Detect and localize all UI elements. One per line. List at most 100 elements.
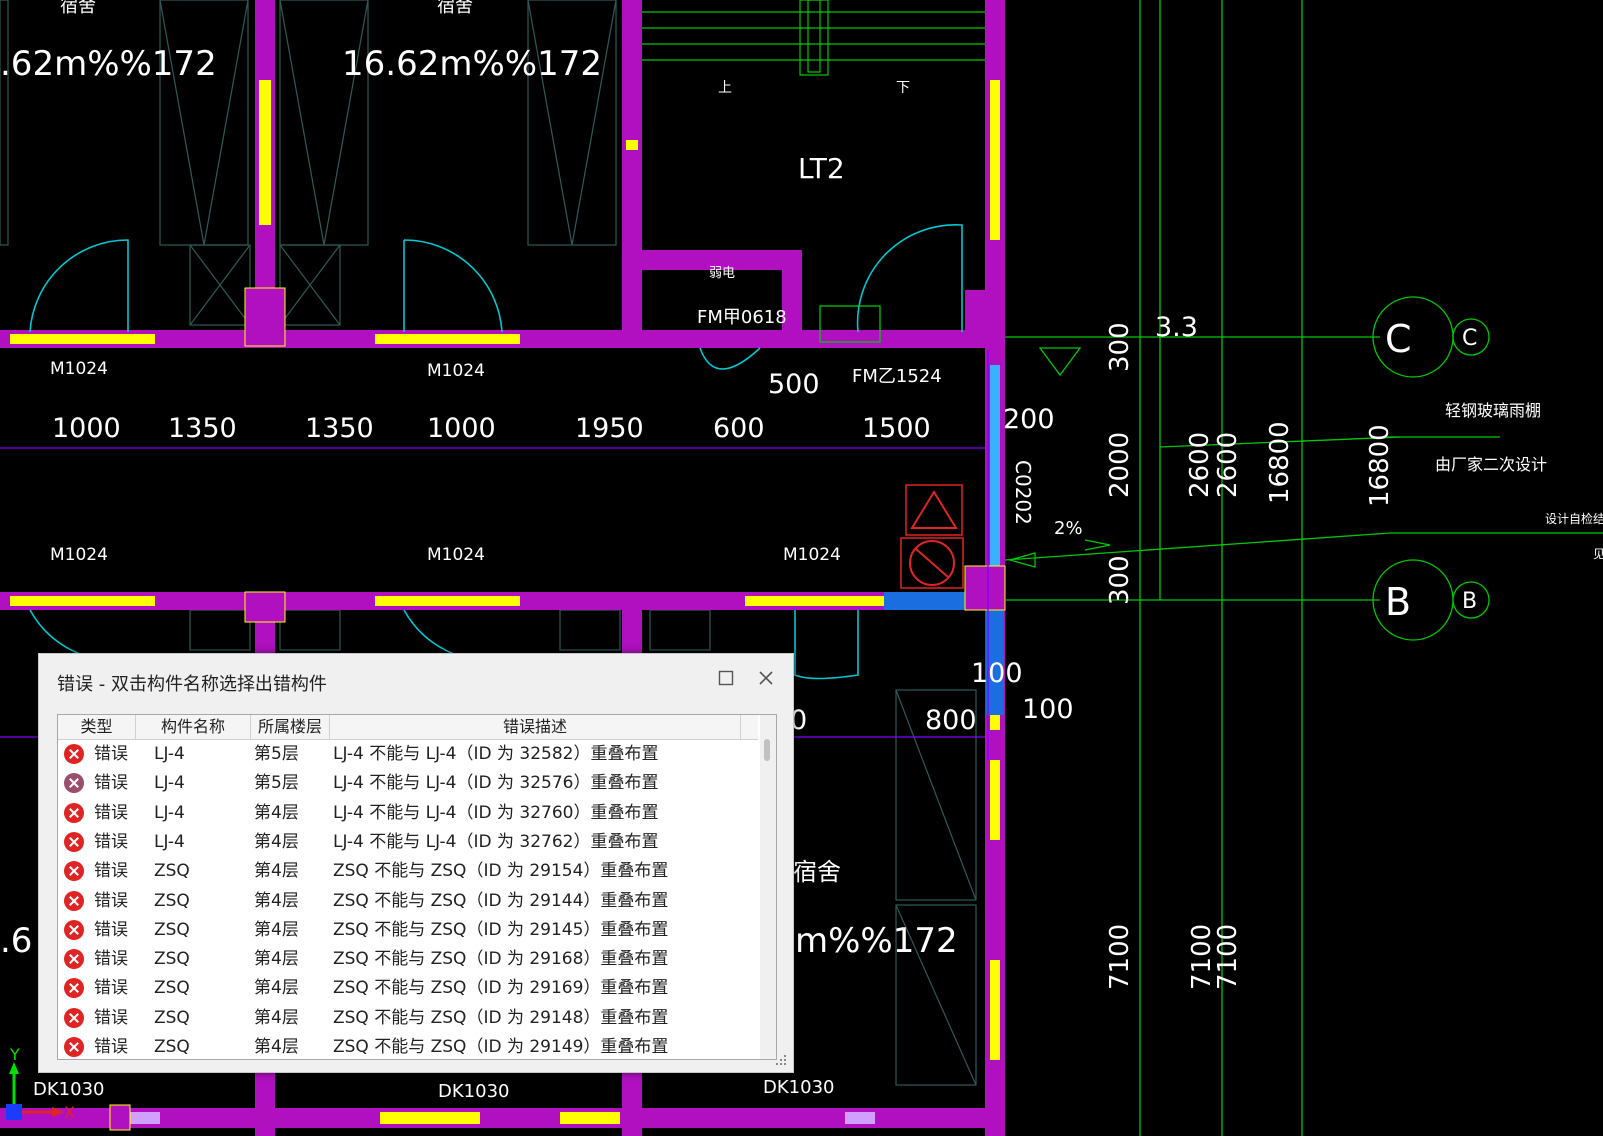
- dimension-value: 100: [1022, 694, 1074, 725]
- table-row[interactable]: 错误 LJ-4 第4层 LJ-4 不能与 LJ-4（ID 为 32762）重叠布置: [58, 827, 758, 857]
- row-name-cell[interactable]: ZSQ: [154, 1003, 190, 1033]
- vertical-scrollbar[interactable]: [760, 715, 776, 1059]
- table-row[interactable]: 错误 ZSQ 第4层 ZSQ 不能与 ZSQ（ID 为 29168）重叠布置: [58, 944, 758, 974]
- row-type-cell: 错误: [94, 802, 128, 823]
- column-header-description[interactable]: 错误描述: [330, 715, 741, 739]
- row-floor-cell: 第4层: [254, 831, 299, 852]
- row-description-cell: LJ-4 不能与 LJ-4（ID 为 32582）重叠布置: [333, 744, 659, 764]
- row-floor-cell: 第4层: [254, 1007, 299, 1028]
- table-row[interactable]: 错误 ZSQ 第4层 ZSQ 不能与 ZSQ（ID 为 29149）重叠布置: [58, 1032, 758, 1059]
- vertical-dim: 16800: [1365, 424, 1395, 507]
- grid-bubble-label: B: [1462, 589, 1477, 614]
- row-type-cell: 错误: [94, 861, 128, 882]
- window-label: DK1030: [33, 1079, 104, 1100]
- grid-bubble-label: C: [1385, 317, 1412, 361]
- row-floor-cell: 第4层: [254, 919, 299, 940]
- row-name-cell[interactable]: ZSQ: [154, 944, 190, 974]
- resize-grip-icon[interactable]: [775, 1054, 787, 1066]
- error-icon: [64, 802, 84, 823]
- error-icon: [64, 744, 84, 764]
- row-name-cell[interactable]: ZSQ: [154, 856, 190, 886]
- dimension-value: 3.3: [1155, 312, 1198, 343]
- vertical-dim: 2600: [1213, 432, 1243, 498]
- error-table[interactable]: 类型 构件名称 所属楼层 错误描述 错误 LJ-4 第5层 LJ-4 不能与 LJ-4…: [57, 714, 777, 1060]
- dimension-value: 1500: [862, 413, 931, 444]
- table-row[interactable]: 错误 ZSQ 第4层 ZSQ 不能与 ZSQ（ID 为 29144）重叠布置: [58, 886, 758, 916]
- table-row[interactable]: 错误 ZSQ 第4层 ZSQ 不能与 ZSQ（ID 为 29148）重叠布置: [58, 1003, 758, 1033]
- row-type-cell: 错误: [94, 1007, 128, 1028]
- dimension-value: 100: [971, 658, 1023, 689]
- error-icon: [64, 890, 84, 911]
- door-label: M1024: [427, 545, 485, 565]
- row-type-cell: 错误: [94, 831, 128, 852]
- error-icon: [64, 919, 84, 940]
- row-floor-cell: 第4层: [254, 802, 299, 823]
- row-floor-cell: 第4层: [254, 949, 299, 970]
- vertical-dim: 2000: [1105, 432, 1135, 498]
- door-label: M1024: [50, 359, 108, 379]
- row-type-cell: 错误: [94, 1037, 128, 1057]
- row-name-cell[interactable]: LJ-4: [154, 798, 185, 828]
- window-label: DK1030: [763, 1077, 834, 1098]
- row-name-cell[interactable]: ZSQ: [154, 973, 190, 1003]
- error-dialog[interactable]: 错误 - 双击构件名称选择出错构件 类型 构件名称 所属楼层 错误描述 错误 LJ…: [38, 653, 794, 1073]
- dialog-title: 错误 - 双击构件名称选择出错构件: [57, 674, 327, 695]
- row-name-cell[interactable]: LJ-4: [154, 827, 185, 857]
- row-type-cell: 错误: [94, 919, 128, 940]
- row-type-cell: 错误: [94, 744, 128, 764]
- column-header-type[interactable]: 类型: [58, 715, 136, 739]
- row-description-cell: ZSQ 不能与 ZSQ（ID 为 29169）重叠布置: [333, 978, 669, 999]
- room-label: 宿舍: [60, 0, 96, 17]
- room-tag: 弱电: [709, 266, 735, 281]
- dimension-value: 1000: [52, 413, 121, 444]
- row-description-cell: LJ-4 不能与 LJ-4（ID 为 32760）重叠布置: [333, 802, 659, 823]
- note-text: 轻钢玻璃雨棚: [1445, 401, 1541, 420]
- table-row[interactable]: 错误 LJ-4 第5层 LJ-4 不能与 LJ-4（ID 为 32582）重叠布置: [58, 739, 758, 769]
- row-name-cell[interactable]: ZSQ: [154, 1032, 190, 1059]
- row-name-cell[interactable]: LJ-4: [154, 768, 185, 798]
- grid-bubble-label: B: [1385, 580, 1411, 624]
- table-header: 类型 构件名称 所属楼层 错误描述: [58, 715, 758, 740]
- table-row[interactable]: 错误 LJ-4 第4层 LJ-4 不能与 LJ-4（ID 为 32760）重叠布置: [58, 798, 758, 828]
- vertical-dim: 300: [1105, 322, 1135, 372]
- table-row[interactable]: 错误 ZSQ 第4层 ZSQ 不能与 ZSQ（ID 为 29169）重叠布置: [58, 973, 758, 1003]
- table-row[interactable]: 错误 ZSQ 第4层 ZSQ 不能与 ZSQ（ID 为 29145）重叠布置: [58, 915, 758, 945]
- column-header-name[interactable]: 构件名称: [136, 715, 251, 739]
- error-icon: [64, 831, 84, 852]
- dimension-value: 200: [1003, 404, 1055, 435]
- fire-door-label: FM甲0618: [697, 307, 787, 328]
- note-text: 由厂家二次设计: [1435, 455, 1547, 474]
- area-label: .6: [0, 921, 32, 961]
- row-floor-cell: 第5层: [254, 773, 299, 794]
- door-label: M1024: [783, 545, 841, 565]
- area-label: .62m%%172: [0, 44, 217, 84]
- row-name-cell[interactable]: ZSQ: [154, 915, 190, 945]
- axis-x-label: X: [64, 1103, 75, 1122]
- maximize-button[interactable]: [711, 664, 741, 692]
- error-icon: [64, 1037, 84, 1057]
- row-description-cell: LJ-4 不能与 LJ-4（ID 为 32576）重叠布置: [333, 773, 659, 794]
- row-description-cell: ZSQ 不能与 ZSQ（ID 为 29154）重叠布置: [333, 861, 669, 882]
- row-floor-cell: 第4层: [254, 1037, 299, 1057]
- scrollbar-thumb[interactable]: [764, 739, 770, 761]
- vertical-dim: 16800: [1265, 421, 1295, 504]
- stair-label: LT2: [798, 152, 845, 185]
- door-label: M1024: [427, 361, 485, 381]
- vertical-dim: 7100: [1213, 924, 1243, 990]
- row-name-cell[interactable]: ZSQ: [154, 886, 190, 916]
- table-row[interactable]: 错误 ZSQ 第4层 ZSQ 不能与 ZSQ（ID 为 29154）重叠布置: [58, 856, 758, 886]
- error-icon: [64, 949, 84, 970]
- row-description-cell: ZSQ 不能与 ZSQ（ID 为 29148）重叠布置: [333, 1007, 669, 1028]
- vertical-dim: 7100: [1105, 924, 1135, 990]
- column-header-floor[interactable]: 所属楼层: [251, 715, 330, 739]
- dimension-value: 800: [925, 705, 977, 736]
- error-icon: [64, 1007, 84, 1028]
- row-description-cell: ZSQ 不能与 ZSQ（ID 为 29168）重叠布置: [333, 949, 669, 970]
- vertical-dim: 300: [1105, 555, 1135, 605]
- error-icon: [64, 861, 84, 882]
- close-button[interactable]: [751, 664, 781, 692]
- table-row[interactable]: 错误 LJ-4 第5层 LJ-4 不能与 LJ-4（ID 为 32576）重叠布置: [58, 768, 758, 798]
- row-floor-cell: 第4层: [254, 861, 299, 882]
- note-text: 见: [1593, 547, 1603, 561]
- row-name-cell[interactable]: LJ-4: [154, 739, 185, 769]
